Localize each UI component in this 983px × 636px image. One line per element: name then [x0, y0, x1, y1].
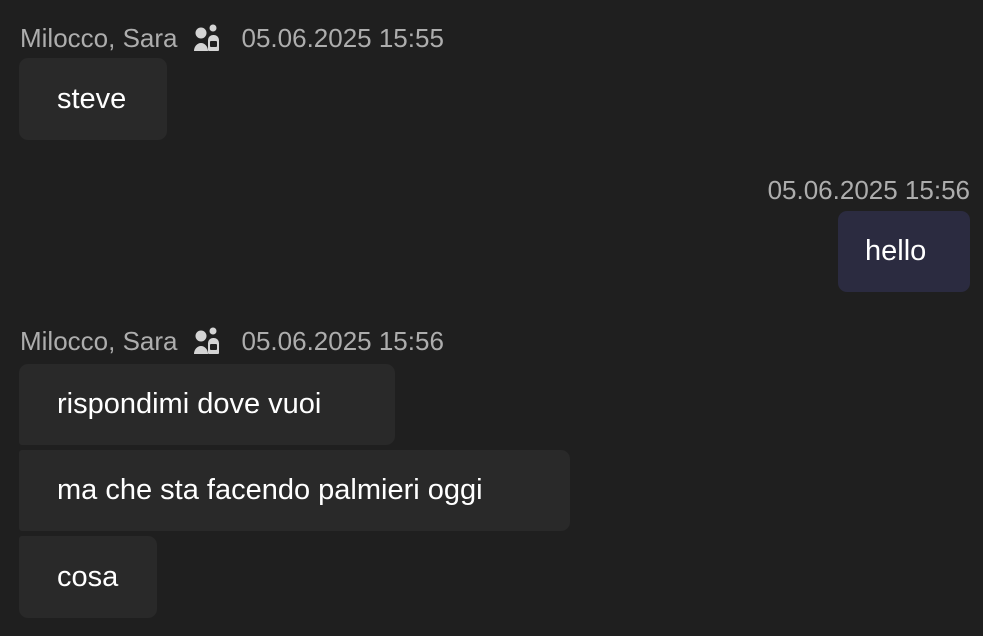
message-text: cosa	[57, 560, 119, 593]
chat-thread: Milocco, Sara 05.06.2025 15:55 steve 05.…	[0, 0, 983, 636]
message-text: rispondimi dove vuoi	[57, 388, 322, 420]
message-bubble[interactable]: hello	[838, 211, 970, 292]
message-bubble[interactable]: cosa	[19, 536, 157, 618]
message-text: ma che sta facendo palmieri oggi	[57, 474, 483, 506]
author-name[interactable]: Milocco, Sara	[20, 23, 178, 54]
external-user-icon	[193, 24, 219, 51]
message-header: Milocco, Sara 05.06.2025 15:55	[20, 20, 444, 56]
message-bubble[interactable]: rispondimi dove vuoi	[19, 364, 395, 445]
message-timestamp: 05.06.2025 15:55	[241, 22, 444, 53]
message-timestamp: 05.06.2025 15:56	[241, 325, 444, 356]
message-bubble[interactable]: ma che sta facendo palmieri oggi	[19, 450, 570, 531]
message-text: steve	[57, 82, 127, 115]
external-user-icon	[193, 327, 219, 354]
message-bubble[interactable]: steve	[19, 58, 167, 140]
message-header: 05.06.2025 15:56	[768, 172, 970, 208]
message-header: Milocco, Sara 05.06.2025 15:56	[20, 323, 444, 359]
message-timestamp: 05.06.2025 15:56	[767, 174, 970, 205]
author-name[interactable]: Milocco, Sara	[20, 326, 178, 357]
message-text: hello	[865, 235, 927, 267]
